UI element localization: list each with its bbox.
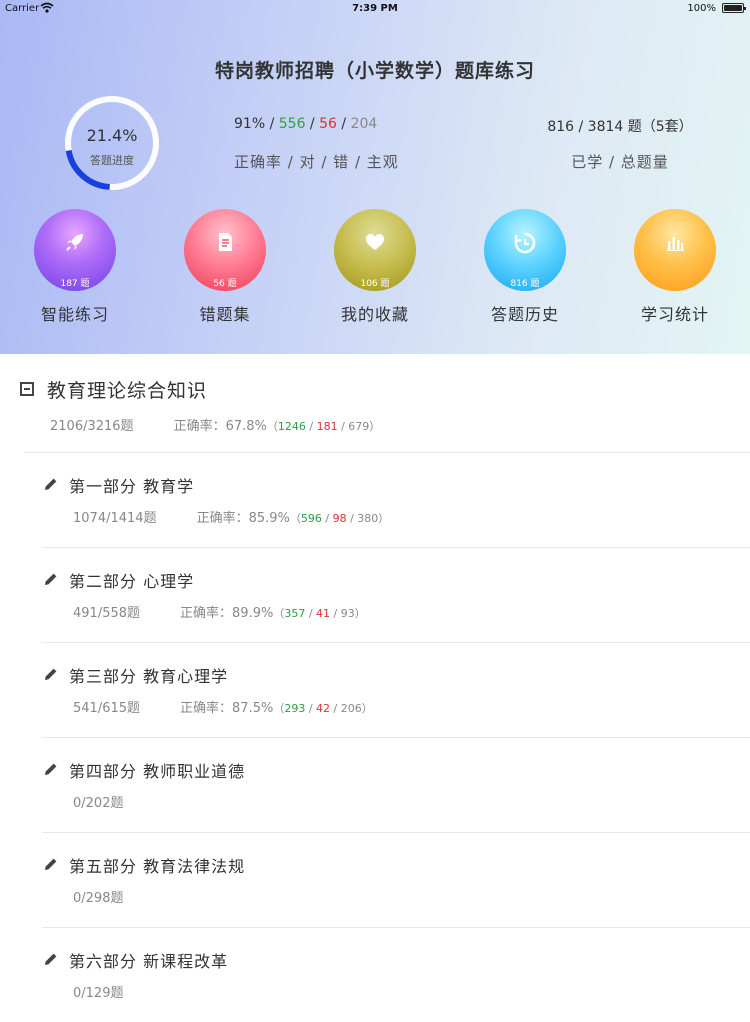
item-stats: 541/615题 正确率：87.5%（293 / 42 / 206） <box>73 701 373 716</box>
item-accuracy: 89.9% <box>232 606 274 621</box>
pencil-icon <box>45 668 57 680</box>
summary-header: Carrier 7:39 PM 100% 特岗教师招聘（小学数学）题库练习 21… <box>0 0 750 354</box>
item-progress: 0/202题 <box>73 796 124 811</box>
category-other: 679 <box>348 420 370 433</box>
wrong-questions-button[interactable]: 56 题 错题集 <box>150 209 300 329</box>
item-stats: 0/298题 <box>73 887 123 906</box>
smart-practice-button[interactable]: 187 题 智能练习 <box>0 209 150 329</box>
pencil-icon <box>45 858 57 870</box>
wrong-count: 56 <box>319 116 337 132</box>
item-correct: 357 <box>284 607 306 620</box>
item-wrong: 42 <box>316 702 331 715</box>
category-stats: 2106/3216题 正确率：67.8%（1246 / 181 / 679） <box>50 419 381 434</box>
item-stats: 0/129题 <box>73 982 123 1001</box>
item-title: 第四部分 教师职业道德 <box>69 762 246 781</box>
clock: 7:39 PM <box>352 3 398 14</box>
item-progress: 0/298题 <box>73 891 124 906</box>
category-title: 教育理论综合知识 <box>47 380 208 402</box>
item-stats: 1074/1414题 正确率：85.9%（596 / 98 / 380） <box>73 511 390 526</box>
correct-count: 556 <box>278 116 306 132</box>
item-accuracy: 87.5% <box>232 701 274 716</box>
item-wrong: 41 <box>316 607 331 620</box>
battery-percent: 100% <box>687 3 716 14</box>
statistics-button[interactable]: 学习统计 <box>600 209 750 329</box>
item-stats: 491/558题 正确率：89.9%（357 / 41 / 93） <box>73 606 366 621</box>
status-bar: Carrier 7:39 PM 100% <box>0 0 750 16</box>
list-item[interactable]: 第三部分 教育心理学 541/615题 正确率：87.5%（293 / 42 / … <box>0 642 750 737</box>
smart-practice-label: 智能练习 <box>40 305 109 324</box>
accuracy-value: 91% <box>234 116 266 132</box>
pencil-icon <box>45 478 57 490</box>
favorites-button[interactable]: 106 题 我的收藏 <box>300 209 450 329</box>
pencil-icon <box>45 763 57 775</box>
item-other: 206 <box>340 702 362 715</box>
progress-percent: 21.4% <box>86 126 138 145</box>
heart-icon <box>366 234 384 250</box>
item-title: 第一部分 教育学 <box>69 477 195 496</box>
list-item[interactable]: 第五部分 教育法律法规 0/298题 <box>0 832 750 927</box>
collapse-icon[interactable] <box>20 382 34 396</box>
smart-practice-count: 187 题 <box>60 279 90 289</box>
item-stats: 0/202题 <box>73 792 123 811</box>
document-icon <box>219 233 232 251</box>
progress-label: 答题进度 <box>90 154 134 167</box>
category-progress: 2106/3216题 <box>50 419 134 434</box>
list-item[interactable]: 第一部分 教育学 1074/1414题 正确率：85.9%（596 / 98 / … <box>0 452 750 547</box>
item-accuracy: 85.9% <box>248 511 290 526</box>
item-other: 380 <box>357 512 379 525</box>
item-correct: 293 <box>284 702 306 715</box>
item-title: 第三部分 教育心理学 <box>69 667 229 686</box>
item-progress: 1074/1414题 <box>73 511 157 526</box>
item-progress: 541/615题 <box>73 701 141 716</box>
item-title: 第二部分 心理学 <box>69 572 195 591</box>
accuracy-caption: 正确率 / 对 / 错 / 主观 <box>234 153 399 171</box>
category-correct: 1246 <box>277 420 306 433</box>
chapter-list: 教育理论综合知识 2106/3216题 正确率：67.8%（1246 / 181 … <box>0 354 750 1001</box>
history-label: 答题历史 <box>490 305 559 324</box>
list-item[interactable]: 第六部分 新课程改革 0/129题 <box>0 927 750 1022</box>
item-progress: 491/558题 <box>73 606 141 621</box>
item-title: 第五部分 教育法律法规 <box>69 857 246 876</box>
statistics-label: 学习统计 <box>640 305 709 324</box>
wrong-questions-label: 错题集 <box>199 305 251 324</box>
favorites-count: 106 题 <box>360 279 390 289</box>
page-title: 特岗教师招聘（小学数学）题库练习 <box>214 60 535 82</box>
history-count: 816 题 <box>510 279 540 289</box>
pencil-icon <box>45 573 57 585</box>
learned-total-caption: 已学 / 总题量 <box>571 153 669 171</box>
item-correct: 596 <box>300 512 322 525</box>
category-accuracy: 67.8% <box>225 419 267 434</box>
rocket-icon <box>66 234 83 251</box>
subjective-count: 204 <box>350 116 378 132</box>
item-other: 93 <box>340 607 355 620</box>
category-header[interactable]: 教育理论综合知识 2106/3216题 正确率：67.8%（1246 / 181 … <box>0 354 750 452</box>
item-title: 第六部分 新课程改革 <box>69 952 229 971</box>
battery-icon <box>722 3 746 13</box>
item-wrong: 98 <box>332 512 347 525</box>
bar-chart-icon <box>667 237 684 251</box>
list-item[interactable]: 第四部分 教师职业道德 0/202题 <box>0 737 750 832</box>
favorites-label: 我的收藏 <box>340 305 409 324</box>
accuracy-stats: 91% / 556 / 56 / 204 <box>234 116 378 132</box>
list-item[interactable]: 第二部分 心理学 491/558题 正确率：89.9%（357 / 41 / 93… <box>0 547 750 642</box>
pencil-icon <box>45 953 57 965</box>
category-wrong: 181 <box>316 420 338 433</box>
history-icon <box>514 232 536 254</box>
history-button[interactable]: 816 题 答题历史 <box>450 209 600 329</box>
learned-total: 816 / 3814 题（5套） <box>547 119 693 135</box>
item-progress: 0/129题 <box>73 986 124 1001</box>
wrong-questions-count: 56 题 <box>213 279 237 289</box>
